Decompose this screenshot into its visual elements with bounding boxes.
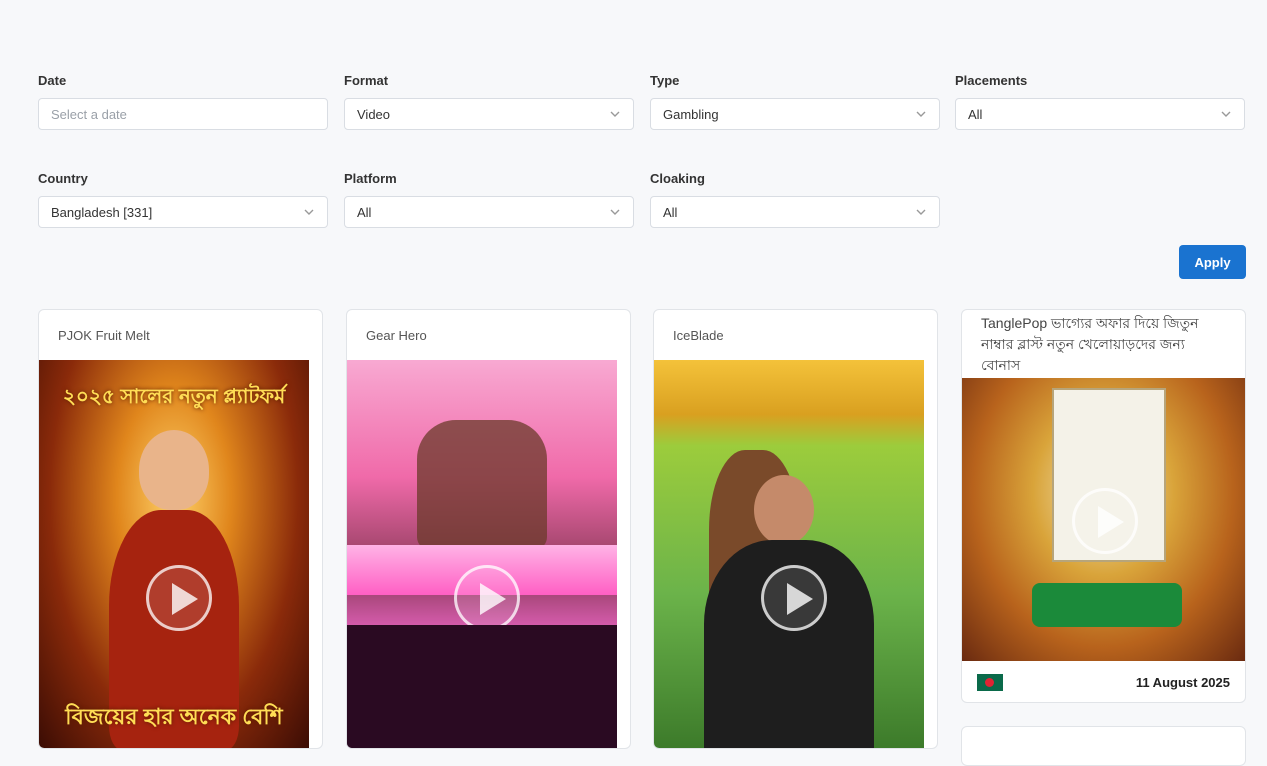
date-placeholder: Select a date [51,106,127,122]
ad-card[interactable]: IceBlade [653,309,938,749]
placements-label: Placements [955,73,1028,88]
play-icon[interactable] [761,565,827,631]
type-value: Gambling [663,106,719,122]
chevron-down-icon [304,209,314,215]
play-icon[interactable] [454,565,520,631]
card-title: TanglePop ভাগ্যের অফার দিয়ে জিতুন নাম্ব… [981,314,1199,373]
video-thumbnail[interactable] [962,378,1245,661]
chevron-down-icon [916,209,926,215]
video-thumbnail[interactable] [347,360,617,748]
placements-value: All [968,106,983,122]
figure-head [139,430,209,510]
platform-select[interactable]: All [344,196,634,228]
video-thumbnail[interactable]: ২০২৫ সালের নতুন প্ল্যাটফর্ম বিজয়ের হার … [39,360,309,748]
cloaking-select[interactable]: All [650,196,940,228]
video-thumbnail[interactable] [654,360,924,748]
play-icon[interactable] [146,565,212,631]
format-select[interactable]: Video [344,98,634,130]
country-filter: Country Bangladesh [331] [38,171,328,228]
chevron-down-icon [1221,111,1231,117]
game-logo [1032,583,1182,627]
platform-filter: Platform All [344,171,634,228]
format-value: Video [357,106,391,122]
cloaking-filter: Cloaking All [650,171,940,228]
chevron-down-icon [916,111,926,117]
platform-label: Platform [344,171,397,186]
card-title: IceBlade [673,327,724,343]
type-label: Type [650,73,680,88]
man-head [754,475,814,545]
cloaking-label: Cloaking [650,171,705,186]
card-footer: 11 August 2025 [962,661,1245,702]
cloaking-value: All [663,204,678,220]
ad-card[interactable]: Gear Hero [346,309,631,749]
card-title: PJOK Fruit Melt [58,327,150,343]
bangladesh-flag-icon [977,673,1003,691]
country-value: Bangladesh [331] [51,204,153,220]
apply-button[interactable]: Apply [1179,245,1246,279]
platform-value: All [357,204,372,220]
country-select[interactable]: Bangladesh [331] [38,196,328,228]
ad-card[interactable] [961,726,1246,766]
country-label: Country [38,171,88,186]
ad-card[interactable]: PJOK Fruit Melt ২০২৫ সালের নতুন প্ল্যাটফ… [38,309,323,749]
type-select[interactable]: Gambling [650,98,940,130]
placements-filter: Placements All [955,73,1245,130]
play-icon[interactable] [1072,488,1138,554]
ad-card[interactable]: TanglePop ভাগ্যের অফার দিয়ে জিতুন নাম্ব… [961,309,1246,703]
overlay-top-text: ২০২৫ সালের নতুন প্ল্যাটফর্ম [62,386,286,408]
character-silhouette [417,420,547,550]
type-filter: Type Gambling [650,73,940,130]
placements-select[interactable]: All [955,98,1245,130]
date-input[interactable]: Select a date [38,98,328,130]
chevron-down-icon [610,209,620,215]
overlay-bottom-text: বিজয়ের হার অনেক বেশি [65,704,283,729]
format-filter: Format Video [344,73,634,130]
chevron-down-icon [610,111,620,117]
format-label: Format [344,73,389,88]
date-label: Date [38,73,67,88]
date-filter: Date Select a date [38,73,328,130]
card-date: 11 August 2025 [1135,674,1230,690]
slot-reels [347,625,617,748]
card-title: Gear Hero [366,327,427,343]
